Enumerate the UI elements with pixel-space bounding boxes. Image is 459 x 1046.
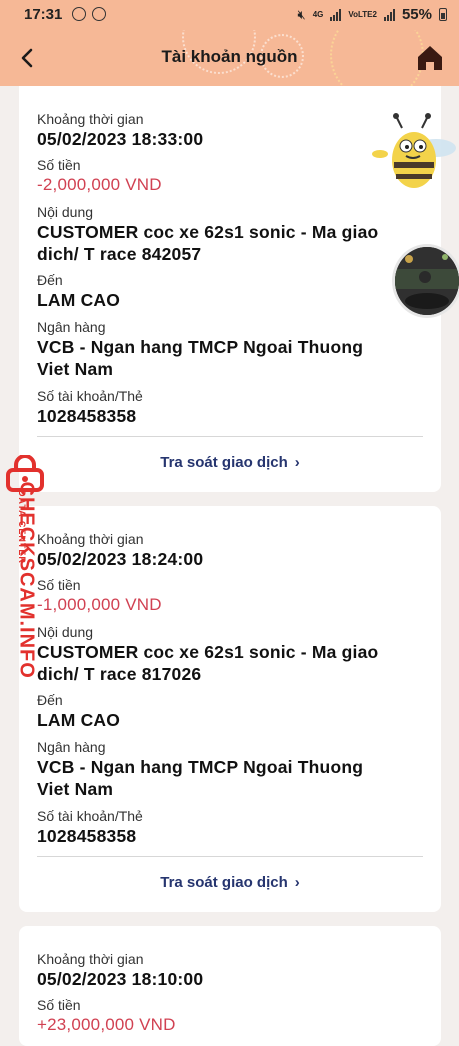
amount-field: Số tiền -1,000,000 VND [37,576,423,616]
content-label: Nội dung [37,624,94,640]
messenger-icon [92,7,106,21]
content-value-line1: CUSTOMER coc xe 62s1 sonic - Ma giao [37,642,379,662]
bank-value-line1: VCB - Ngan hang TMCP Ngoai Thuong [37,757,364,777]
signal-icon-1 [330,8,342,21]
trace-transaction-link[interactable]: Tra soát giao dịch › [19,454,441,471]
content-value-line2: dich/ T race 842057 [37,244,202,264]
content-value-line2: dich/ T race 817026 [37,664,202,684]
bank-label: Ngân hàng [37,319,106,335]
page-title: Tài khoản nguồn [161,47,298,66]
battery-icon [439,8,447,21]
time-label: Khoảng thời gian [37,951,144,967]
mute-icon: 🔇︎ [297,6,306,22]
to-value: LAM CAO [37,290,121,310]
account-field: Số tài khoản/Thẻ 1028458358 [37,807,423,847]
home-button[interactable] [415,43,445,73]
transaction-card: Khoảng thời gian 05/02/2023 18:24:00 Số … [19,506,441,912]
account-label: Số tài khoản/Thẻ [37,388,143,404]
trace-label: Tra soát giao dịch [160,874,288,891]
account-value: 1028458358 [37,826,137,846]
chevron-right-icon: › [294,454,300,471]
bank-field: Ngân hàng VCB - Ngan hang TMCP Ngoai Thu… [37,318,423,380]
time-label: Khoảng thời gian [37,531,144,547]
content-field: Nội dung CUSTOMER coc xe 62s1 sonic - Ma… [37,623,423,685]
bank-value-line1: VCB - Ngan hang TMCP Ngoai Thuong [37,337,364,357]
to-field: Đến LAM CAO [37,691,423,731]
notification-icons [72,7,106,21]
bee-mascot-icon [372,113,456,188]
trace-label: Tra soát giao dịch [160,454,288,471]
amount-value: -1,000,000 VND [37,595,162,614]
app-header: Tài khoản nguồn [0,30,459,86]
content-label: Nội dung [37,204,94,220]
divider [37,856,423,857]
time-value: 05/02/2023 18:24:00 [37,549,204,569]
signal-icon-2 [383,8,395,21]
time-field: Khoảng thời gian 05/02/2023 18:10:00 [37,950,423,990]
battery-percent: 55% [401,6,432,23]
bank-value-line2: Viet Nam [37,779,114,799]
network-type: 4G [312,9,324,19]
content-field: Nội dung CUSTOMER coc xe 62s1 sonic - Ma… [37,203,423,265]
to-label: Đến [37,272,63,288]
amount-label: Số tiền [37,577,81,593]
amount-field: Số tiền +23,000,000 VND [37,996,423,1036]
amount-label: Số tiền [37,997,81,1013]
status-right: 🔇︎ 4G VoLTE2 55% [297,6,447,23]
chevron-right-icon: › [294,874,300,891]
bank-value-line2: Viet Nam [37,359,114,379]
home-icon [418,46,442,70]
transaction-card: Khoảng thời gian 05/02/2023 18:10:00 Số … [19,926,441,1046]
to-field: Đến LAM CAO [37,271,423,311]
status-bar: 17:31 🔇︎ 4G VoLTE2 55% [0,0,459,30]
account-value: 1028458358 [37,406,137,426]
avatar-photo [395,247,459,315]
floating-chat-head-avatar[interactable] [392,244,459,318]
mascot-assistant-button[interactable] [366,110,458,196]
content-value-line1: CUSTOMER coc xe 62s1 sonic - Ma giao [37,222,379,242]
time-value: 05/02/2023 18:10:00 [37,969,204,989]
to-label: Đến [37,692,63,708]
volte-label: VoLTE2 [348,9,377,19]
notification-icon [72,7,86,21]
trace-transaction-link[interactable]: Tra soát giao dịch › [19,874,441,891]
bank-field: Ngân hàng VCB - Ngan hang TMCP Ngoai Thu… [37,738,423,800]
account-label: Số tài khoản/Thẻ [37,808,143,824]
divider [37,436,423,437]
checkscam-watermark: DATA CENTER CHECKSCAM.INFO [0,455,52,685]
amount-value: +23,000,000 VND [37,1015,176,1034]
time-field: Khoảng thời gian 05/02/2023 18:24:00 [37,530,423,570]
watermark-text: CHECKSCAM.INFO [15,481,38,679]
to-value: LAM CAO [37,710,121,730]
bank-label: Ngân hàng [37,739,106,755]
status-time: 17:31 [24,6,63,23]
account-field: Số tài khoản/Thẻ 1028458358 [37,387,423,427]
